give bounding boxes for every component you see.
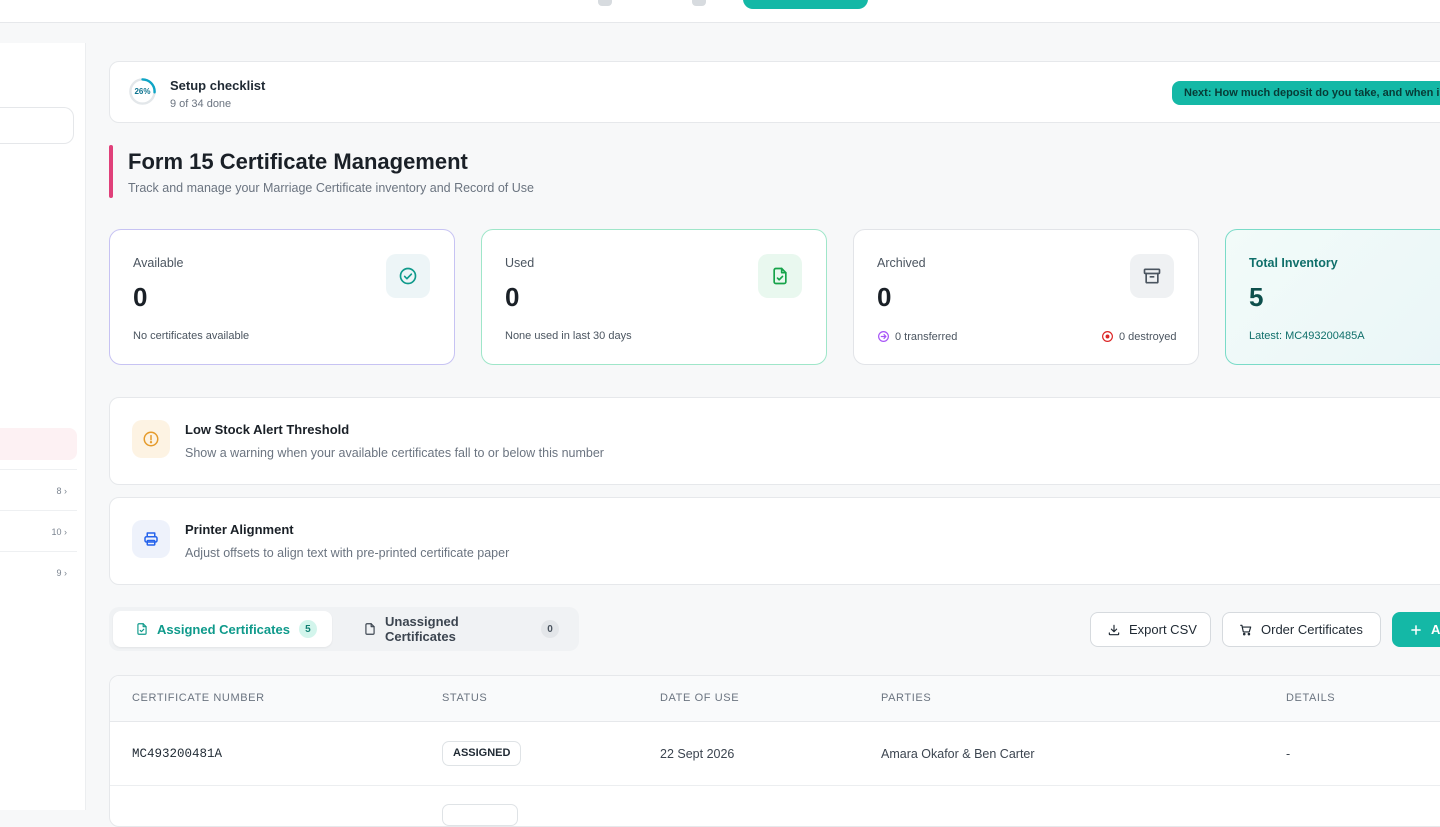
stat-value: 0 (505, 282, 520, 312)
nav-link-faint[interactable] (692, 0, 706, 6)
plus-icon (1409, 623, 1423, 637)
button-label: A (1431, 622, 1440, 637)
tab-unassigned-certificates[interactable]: Unassigned Certificates 0 (349, 611, 559, 647)
stat-label: Used (505, 256, 535, 270)
checklist-progress-text: 9 of 34 done (170, 98, 232, 110)
button-label: Export CSV (1129, 622, 1197, 637)
sidebar-item[interactable]: 8 › (0, 469, 77, 510)
tab-label: Assigned Certificates (157, 621, 290, 637)
date-of-use: 22 Sept 2026 (660, 747, 735, 761)
column-header[interactable]: CERTIFICATE NUMBER (132, 692, 265, 704)
certificate-tabs: Assigned Certificates 5 Unassigned Certi… (109, 607, 579, 651)
stat-note: Latest: MC493200485A (1249, 330, 1365, 342)
archive-icon (1130, 254, 1174, 298)
file-icon (363, 622, 377, 636)
sidebar: 8 › 10 › 9 › (0, 43, 86, 810)
check-circle-icon (386, 254, 430, 298)
table-header: CERTIFICATE NUMBER STATUS DATE OF USE PA… (110, 676, 1440, 722)
export-csv-button[interactable]: Export CSV (1090, 612, 1211, 647)
tab-assigned-certificates[interactable]: Assigned Certificates 5 (113, 611, 332, 647)
next-step-button[interactable]: Next: How much deposit do you take, and … (1172, 81, 1440, 105)
add-certificate-button[interactable]: A (1392, 612, 1440, 647)
table-row[interactable]: MC493200481A ASSIGNED 22 Sept 2026 Amara… (110, 722, 1440, 786)
status-badge-partial (442, 804, 518, 826)
printer-icon (132, 520, 170, 558)
column-header[interactable]: PARTIES (881, 692, 931, 704)
nav-link-faint[interactable] (598, 0, 612, 6)
stat-note: None used in last 30 days (505, 330, 632, 342)
tab-count-badge: 5 (298, 620, 317, 638)
sidebar-item-count: 9 › (56, 568, 67, 578)
archived-destroyed-text: 0 destroyed (1119, 330, 1177, 343)
details: - (1286, 747, 1291, 761)
archived-destroyed: 0 destroyed (1101, 330, 1176, 343)
setting-title: Low Stock Alert Threshold (185, 422, 350, 437)
tab-label: Unassigned Certificates (385, 614, 459, 644)
download-icon (1107, 623, 1121, 637)
file-check-icon (758, 254, 802, 298)
sidebar-item-count: 10 › (51, 527, 67, 537)
arrow-right-circle-icon (878, 331, 889, 342)
certificates-table: CERTIFICATE NUMBER STATUS DATE OF USE PA… (109, 675, 1440, 827)
setup-checklist-card[interactable]: 26% Setup checklist 9 of 34 done Next: H… (109, 61, 1440, 123)
stat-label: Total Inventory (1249, 256, 1338, 270)
order-certificates-button[interactable]: Order Certificates (1222, 612, 1381, 647)
heading-accent-bar (109, 145, 113, 198)
certificate-number: MC493200481A (132, 747, 223, 761)
progress-percent: 26% (134, 87, 151, 96)
setting-subtitle: Show a warning when your available certi… (185, 446, 604, 460)
parties: Amara Okafor & Ben Carter (881, 747, 1035, 761)
sidebar-item[interactable]: 10 › (0, 510, 77, 551)
stat-label: Available (133, 256, 184, 270)
archived-transferred-text: 0 transferred (895, 330, 958, 343)
cart-icon (1239, 623, 1253, 637)
page-subtitle: Track and manage your Marriage Certifica… (128, 181, 534, 195)
sidebar-search[interactable] (0, 107, 74, 144)
low-stock-alert-setting[interactable]: Low Stock Alert Threshold Show a warning… (109, 397, 1440, 485)
archived-transferred: 0 transferred (877, 330, 957, 343)
setting-subtitle: Adjust offsets to align text with pre-pr… (185, 546, 510, 560)
status-badge: ASSIGNED (442, 741, 522, 766)
column-header[interactable]: STATUS (442, 692, 487, 704)
column-header[interactable]: DATE OF USE (660, 692, 739, 704)
sidebar-item-count: 8 › (56, 486, 67, 496)
printer-alignment-setting[interactable]: Printer Alignment Adjust offsets to alig… (109, 497, 1440, 585)
sidebar-item[interactable]: 9 › (0, 551, 77, 592)
checklist-title: Setup checklist (170, 78, 266, 93)
destroyed-circle-icon (1102, 331, 1113, 342)
stat-value: 5 (1249, 282, 1264, 312)
top-navigation-bar (0, 0, 1440, 23)
tab-count-badge: 0 (541, 620, 559, 638)
button-label: Order Certificates (1261, 622, 1363, 637)
stat-value: 0 (133, 282, 148, 312)
page-title: Form 15 Certificate Management (128, 149, 468, 174)
sidebar-item-active[interactable] (0, 428, 77, 460)
stat-card-archived: Archived 0 0 transferred 0 destroyed (853, 229, 1199, 365)
stat-card-used: Used 0 None used in last 30 days (481, 229, 827, 365)
alert-circle-icon (132, 420, 170, 458)
setting-title: Printer Alignment (185, 522, 294, 537)
stat-card-available: Available 0 No certificates available (109, 229, 455, 365)
column-header[interactable]: DETAILS (1286, 692, 1335, 704)
stat-value: 0 (877, 282, 892, 312)
stat-card-total-inventory: Total Inventory 5 Latest: MC493200485A (1225, 229, 1440, 365)
stat-label: Archived (877, 256, 926, 270)
file-check-icon (135, 622, 149, 636)
nav-cta-button[interactable] (743, 0, 868, 9)
stat-note: No certificates available (133, 330, 250, 342)
